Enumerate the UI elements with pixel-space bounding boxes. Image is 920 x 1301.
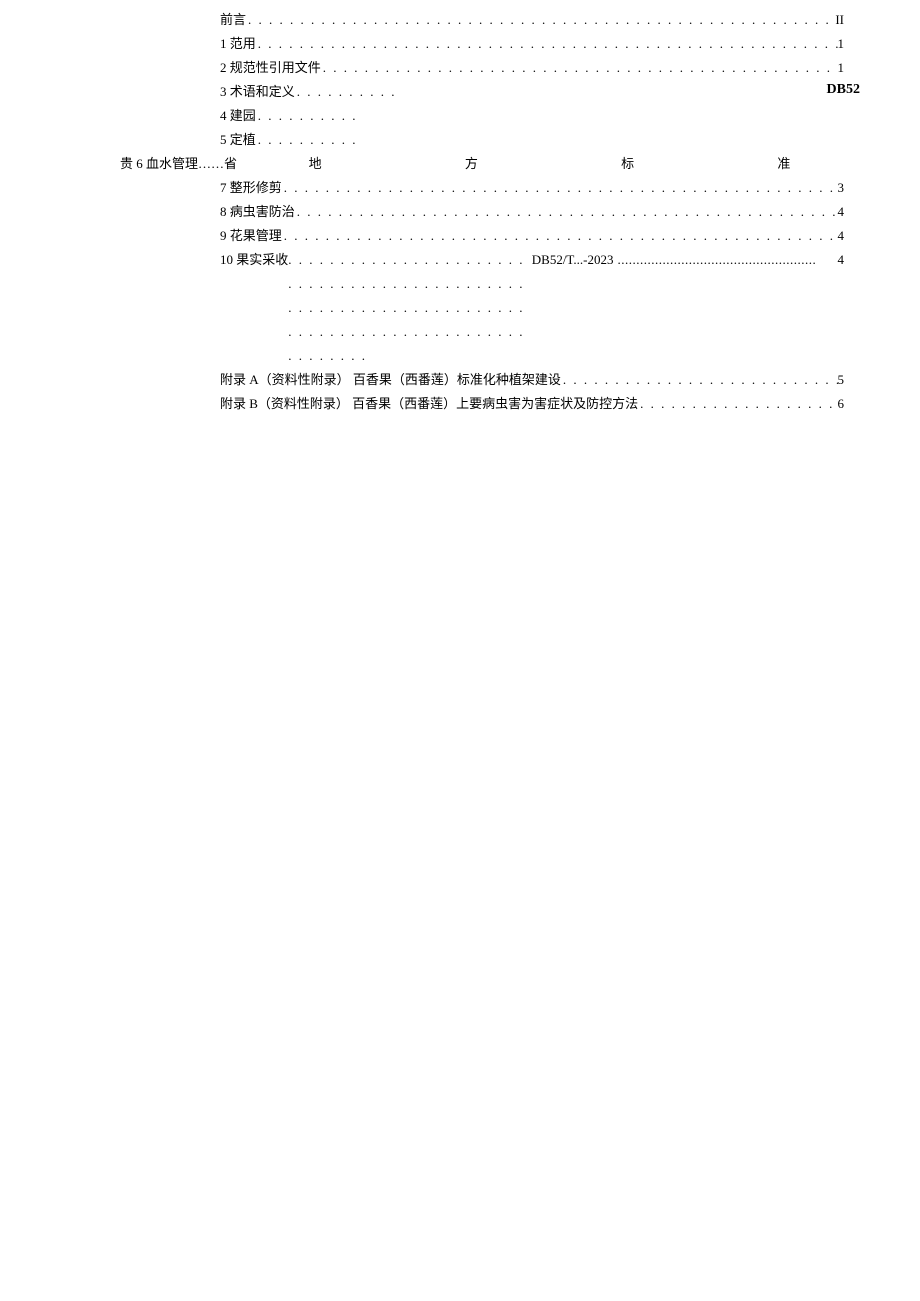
toc-page-number: 1 xyxy=(838,56,845,80)
province-char: 准 xyxy=(777,152,790,176)
toc-label: 9 花果管理 xyxy=(220,224,282,248)
toc-label: 3 术语和定义 xyxy=(220,80,295,104)
province-standard-line: 贵 6 血水管理……省 地 方 标 准 xyxy=(0,152,920,176)
toc-label: 5 定植 xyxy=(220,128,256,152)
leader-dots: . . . . . . . . . . . . . . . . . . . . … xyxy=(295,200,838,224)
toc-entry: 4 建园 . . . . . . . . . . xyxy=(220,104,844,128)
leader-dots: . . . . . . . . . . . . . . . . . . . . … xyxy=(638,392,837,416)
toc-label: 10 果实采收 xyxy=(220,248,288,272)
toc-label: 7 整形修剪 xyxy=(220,176,282,200)
toc-entry: 前言 . . . . . . . . . . . . . . . . . . .… xyxy=(220,8,844,32)
province-char: 方 xyxy=(465,152,478,176)
toc-page-number: 4 xyxy=(838,200,845,224)
province-spaced: 地 方 标 准 xyxy=(237,152,862,176)
code-db52: DB52 xyxy=(827,82,860,98)
toc-entry: 1 范用 . . . . . . . . . . . . . . . . . .… xyxy=(220,32,844,56)
leader-dots: . . . . . . . . . . . . . . . . . . . . … xyxy=(256,32,838,56)
province-prefix: 贵 6 血水管理……省 xyxy=(120,152,237,176)
toc-entry: 7 整形修剪 . . . . . . . . . . . . . . . . .… xyxy=(220,176,844,200)
toc-label: 附录 B（资料性附录） 百香果（西番莲）上要病虫害为害症状及防控方法 xyxy=(220,392,638,416)
leader-dots: . . . . . . . . . . xyxy=(295,80,399,104)
toc-label: 4 建园 xyxy=(220,104,256,128)
toc-page-number: 4 xyxy=(838,224,845,248)
toc-entry: 2 规范性引用文件 . . . . . . . . . . . . . . . … xyxy=(220,56,844,80)
leader-dots: . . . . . . . . . . . . . . . . . . . . … xyxy=(246,8,835,32)
leader-dots: . . . . . . . . . . . . . . . . . . . . … xyxy=(282,224,838,248)
toc-entry: 3 术语和定义 . . . . . . . . . . xyxy=(220,80,844,104)
toc-page-number: 1 xyxy=(838,32,845,56)
standard-code: DB52/T...-2023 xyxy=(528,248,618,272)
toc-label: 附录 A（资料性附录） 百香果（西番莲）标准化种植架建设 xyxy=(220,368,561,392)
toc-entry: 5 定植 . . . . . . . . . . xyxy=(220,128,844,152)
toc-page-number: 6 xyxy=(838,392,845,416)
province-char: 地 xyxy=(309,152,322,176)
leader-dots: ........................................… xyxy=(618,248,838,272)
toc-page-number: 4 xyxy=(838,248,845,272)
toc-page-number: 3 xyxy=(838,176,845,200)
leader-dots: . . . . . . . . . . . . . . . . . . . . … xyxy=(288,248,528,368)
toc-entry: 8 病虫害防治 . . . . . . . . . . . . . . . . … xyxy=(220,200,844,224)
toc-label: 前言 xyxy=(220,8,246,32)
document-page: DB52 前言 . . . . . . . . . . . . . . . . … xyxy=(0,0,920,416)
leader-dots: . . . . . . . . . . xyxy=(256,104,360,128)
toc-entry-appendix: 附录 B（资料性附录） 百香果（西番莲）上要病虫害为害症状及防控方法 . . .… xyxy=(220,392,844,416)
toc-page-number: II xyxy=(835,8,844,32)
toc-entry-with-code: 10 果实采收 . . . . . . . . . . . . . . . . … xyxy=(220,248,844,368)
province-char: 标 xyxy=(621,152,634,176)
leader-dots: . . . . . . . . . . . . . . . . . . . . … xyxy=(321,56,838,80)
toc-label: 1 范用 xyxy=(220,32,256,56)
toc-entry-appendix: 附录 A（资料性附录） 百香果（西番莲）标准化种植架建设 . . . . . .… xyxy=(220,368,844,392)
leader-dots: . . . . . . . . . . . . . . . . . . . . … xyxy=(561,368,838,392)
toc-label: 2 规范性引用文件 xyxy=(220,56,321,80)
toc-page-number: 5 xyxy=(838,368,845,392)
toc-entry: 9 花果管理 . . . . . . . . . . . . . . . . .… xyxy=(220,224,844,248)
toc-label: 8 病虫害防治 xyxy=(220,200,295,224)
leader-dots: . . . . . . . . . . . . . . . . . . . . … xyxy=(282,176,838,200)
leader-dots: . . . . . . . . . . xyxy=(256,128,360,152)
